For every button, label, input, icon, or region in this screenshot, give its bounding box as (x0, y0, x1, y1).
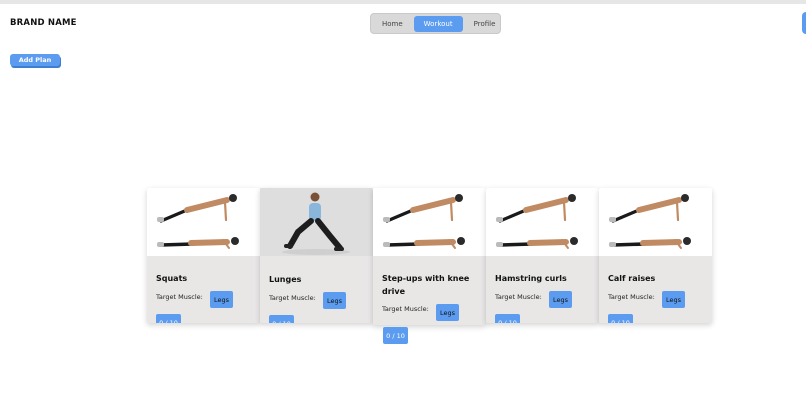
workout-card-calf-raises[interactable]: Calf raises Target Muscle: Legs 0 / 10 (599, 188, 712, 323)
progress-badge: 0 / 10 (156, 314, 181, 323)
muscle-badge: Legs (323, 292, 346, 309)
tab-profile[interactable]: Profile (467, 16, 503, 32)
workout-card-hamstring-curls[interactable]: Hamstring curls Target Muscle: Legs 0 / … (486, 188, 599, 323)
target-muscle-label: Target Muscle: (269, 294, 316, 302)
top-border (0, 0, 806, 4)
progress-badge: 0 / 10 (608, 314, 633, 323)
workout-card-lunges[interactable]: Lunges Target Muscle: Legs 0 / 10 (260, 188, 373, 323)
pushup-image (373, 188, 486, 256)
tab-home[interactable]: Home (375, 16, 410, 32)
muscle-badge: Legs (549, 291, 572, 308)
card-title: Hamstring curls (495, 274, 567, 283)
add-plan-button[interactable]: Add Plan (10, 54, 60, 66)
muscle-badge: Legs (436, 304, 459, 321)
target-muscle-label: Target Muscle: (382, 305, 429, 313)
progress-badge: 0 / 10 (383, 327, 408, 344)
card-title: Calf raises (608, 274, 656, 283)
target-muscle-label: Target Muscle: (608, 293, 655, 301)
progress-badge: 0 / 10 (495, 314, 520, 323)
muscle-badge: Legs (210, 291, 233, 308)
card-title: Lunges (269, 275, 302, 284)
account-button[interactable] (802, 12, 806, 34)
pushup-image (147, 188, 260, 256)
lunge-image (260, 188, 373, 256)
target-muscle-label: Target Muscle: (495, 293, 542, 301)
workout-card-squats[interactable]: Squats Target Muscle: Legs 0 / 10 (147, 188, 260, 323)
pushup-image (599, 188, 712, 256)
brand-name: BRAND NAME (10, 18, 77, 28)
target-muscle-label: Target Muscle: (156, 293, 203, 301)
pushup-image (486, 188, 599, 256)
progress-badge: 0 / 10 (269, 315, 294, 323)
muscle-badge: Legs (662, 291, 685, 308)
tab-workout[interactable]: Workout (413, 15, 463, 32)
main-nav: Home Workout Profile (370, 13, 501, 34)
card-title: Squats (156, 274, 188, 283)
workout-card-step-ups[interactable]: Step-ups with knee drive Target Muscle: … (373, 188, 486, 325)
card-title: Step-ups with knee drive (382, 274, 470, 296)
